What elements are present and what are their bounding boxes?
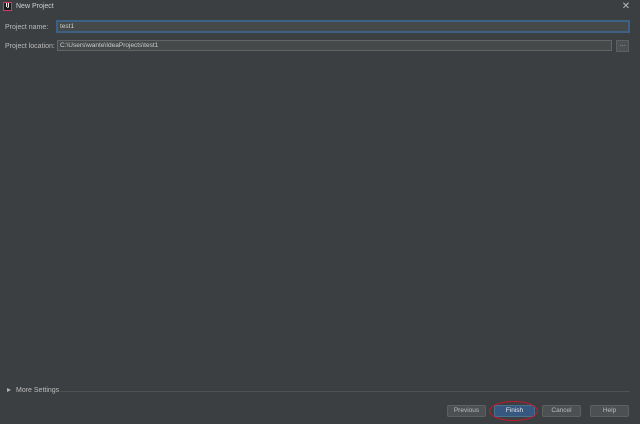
browse-button[interactable]: ... [616,40,629,52]
help-button[interactable]: Help [590,405,629,417]
finish-button[interactable]: Finish [494,405,535,417]
divider [60,391,630,392]
project-name-input[interactable]: test1 [57,21,629,32]
close-button[interactable]: ✕ [620,1,632,13]
cancel-button[interactable]: Cancel [542,405,581,417]
previous-button[interactable]: Previous [447,405,486,417]
project-location-label: Project location: [5,43,55,50]
title-bar: IJ New Project ✕ [0,0,640,14]
expand-triangle-icon [7,388,11,392]
more-settings-label: More Settings [16,387,60,394]
project-name-label: Project name: [5,24,49,31]
close-icon: ✕ [621,1,631,12]
window-title: New Project [16,3,54,10]
intellij-idea-icon: IJ [3,2,12,11]
project-location-input[interactable]: C:\Users\wante\IdeaProjects\test1 [57,40,612,51]
